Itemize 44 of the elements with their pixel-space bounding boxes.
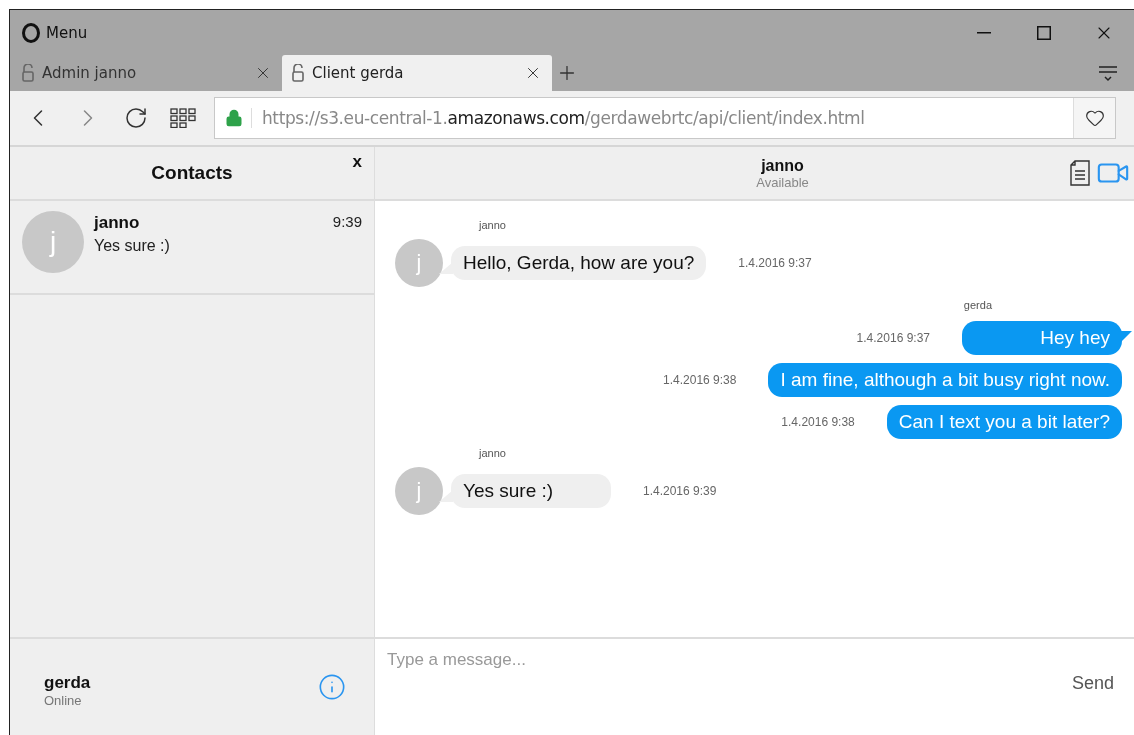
reload-icon bbox=[124, 106, 148, 130]
send-button[interactable]: Send bbox=[1063, 669, 1122, 698]
document-icon[interactable] bbox=[1070, 160, 1090, 186]
message-bubble: Hello, Gerda, how are you? bbox=[451, 246, 707, 280]
message-timestamp: 1.4.2016 9:38 bbox=[781, 415, 855, 429]
contact-name: janno bbox=[94, 213, 140, 233]
info-icon[interactable] bbox=[318, 673, 346, 701]
heart-icon bbox=[1084, 108, 1105, 128]
message-timestamp: 1.4.2016 9:37 bbox=[856, 331, 930, 345]
sender-name: janno bbox=[479, 447, 506, 459]
bubble-tail bbox=[1120, 331, 1132, 343]
browser-tab[interactable]: Admin janno bbox=[12, 55, 282, 91]
sender-name: janno bbox=[479, 219, 506, 231]
message-timestamp: 1.4.2016 9:39 bbox=[643, 484, 717, 498]
message-bubble: Yes sure :) bbox=[451, 474, 611, 508]
message-timestamp: 1.4.2016 9:37 bbox=[738, 256, 812, 270]
user-status: Online bbox=[44, 692, 83, 708]
address-field[interactable]: https://s3.eu-central-1.amazonaws.com/gerdawebrtc/api/client/index.html bbox=[214, 97, 1116, 139]
lock-icon bbox=[292, 64, 304, 82]
message-time: 9:39 bbox=[332, 213, 362, 232]
bubble-tail bbox=[439, 262, 453, 274]
lock-icon bbox=[225, 109, 243, 127]
sender-name: gerda bbox=[963, 299, 992, 311]
message-bubble: I am fine, although a bit busy right now. bbox=[768, 363, 1122, 397]
message-bubble: Can I text you a bit later? bbox=[886, 405, 1122, 439]
message-preview: Yes sure :) bbox=[94, 237, 171, 255]
lock-icon bbox=[22, 64, 34, 82]
user-name: gerda bbox=[44, 672, 92, 693]
chat-partner-name: janno bbox=[761, 156, 804, 175]
chat-partner-status: Available bbox=[756, 174, 809, 190]
message-bubble: Hey hey bbox=[962, 321, 1122, 355]
message-input[interactable]: Type a message... bbox=[385, 649, 1064, 671]
opera-logo-icon bbox=[22, 22, 40, 43]
menu-button[interactable]: Menu bbox=[18, 22, 92, 43]
maximize-icon bbox=[1037, 25, 1051, 40]
bookmark-button[interactable] bbox=[1073, 98, 1115, 138]
close-contacts-button[interactable]: x bbox=[346, 151, 368, 173]
tab-menu-icon bbox=[1098, 64, 1118, 82]
minimize-icon bbox=[977, 31, 991, 34]
grid-icon bbox=[170, 108, 196, 128]
contacts-title: Contacts bbox=[151, 162, 233, 184]
bubble-tail bbox=[439, 490, 453, 502]
message-timestamp: 1.4.2016 9:38 bbox=[663, 373, 737, 387]
browser-tab[interactable]: Client gerda bbox=[282, 55, 552, 91]
